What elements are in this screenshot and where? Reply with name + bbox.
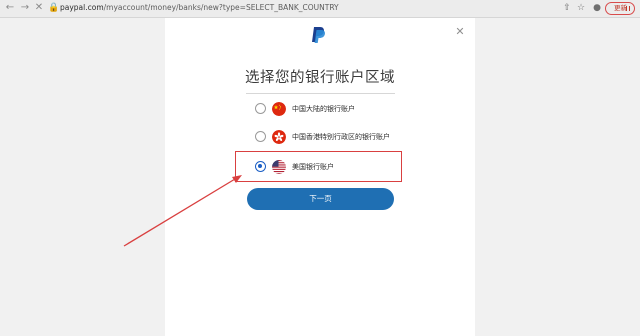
url-path: /myaccount/money/banks/new?type=SELECT_B… (103, 3, 339, 12)
hong-kong-flag-icon (272, 130, 286, 144)
lock-icon[interactable]: 🔒 (48, 2, 59, 14)
browser-toolbar: ← → ✕ 🔒 paypal.com/myaccount/money/banks… (0, 0, 640, 18)
forward-arrow-icon[interactable]: → (19, 2, 31, 14)
profile-icon[interactable]: ● (592, 3, 602, 13)
option-hong-kong[interactable]: 中国香港特别行政区的银行账户 (255, 129, 405, 145)
radio-button[interactable] (255, 131, 266, 142)
close-icon[interactable]: ✕ (33, 2, 45, 14)
option-label: 中国大陆的银行账户 (292, 105, 355, 113)
share-icon[interactable]: ⇧ (562, 3, 572, 13)
url-host: paypal.com (60, 3, 104, 12)
highlight-box (235, 151, 402, 182)
radio-button[interactable] (255, 103, 266, 114)
update-button[interactable]: 更新 (605, 2, 635, 15)
paypal-logo (312, 27, 326, 43)
back-arrow-icon[interactable]: ← (4, 2, 16, 14)
title-divider (246, 93, 395, 94)
star-icon[interactable]: ☆ (576, 3, 586, 13)
next-button[interactable]: 下一页 (247, 188, 394, 210)
close-dialog-icon[interactable]: ✕ (455, 26, 465, 37)
more-icon (626, 6, 630, 11)
china-flag-icon (272, 102, 286, 116)
option-label: 中国香港特别行政区的银行账户 (292, 133, 390, 141)
option-mainland-china[interactable]: 中国大陆的银行账户 (255, 101, 405, 117)
address-bar[interactable]: paypal.com/myaccount/money/banks/new?typ… (60, 3, 339, 12)
page-title: 选择您的银行账户区域 (245, 70, 395, 86)
